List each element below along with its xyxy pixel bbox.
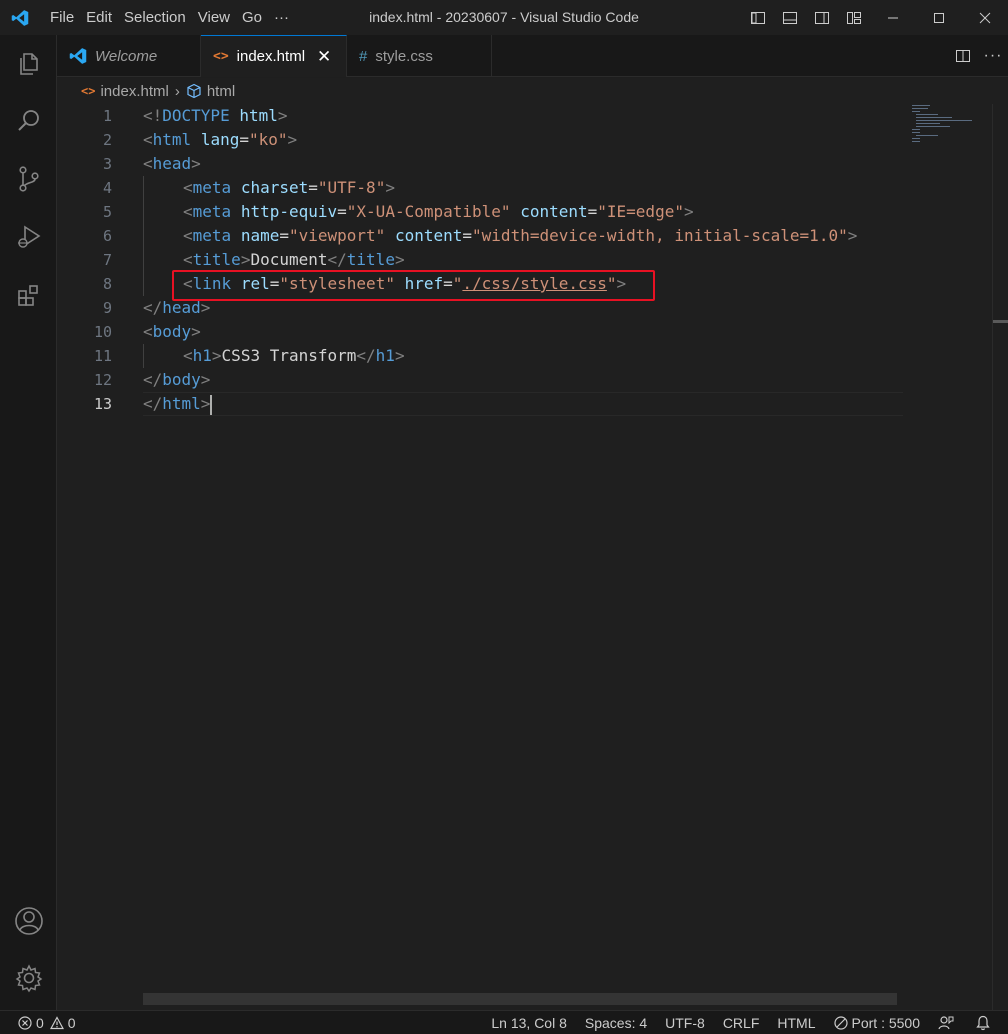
vscode-icon — [69, 47, 87, 65]
indent-guide — [143, 224, 183, 248]
breadcrumb: <> index.html › html — [57, 78, 1008, 104]
split-editor-icon[interactable] — [948, 35, 978, 77]
indentation[interactable]: Spaces: 4 — [576, 1011, 656, 1034]
settings-gear-icon[interactable] — [0, 953, 57, 1003]
vertical-scrollbar[interactable] — [992, 104, 1008, 1010]
title-bar: File Edit Selection View Go ··· index.ht… — [0, 0, 1008, 35]
indent-guide — [143, 344, 183, 368]
code-line[interactable]: <h1>CSS3 Transform</h1> — [143, 344, 903, 368]
language-mode[interactable]: HTML — [768, 1011, 824, 1034]
line-number: 8 — [102, 275, 112, 293]
problems-indicator[interactable]: 0 0 — [18, 1011, 85, 1034]
code-line[interactable]: <body> — [143, 320, 903, 344]
end-of-line[interactable]: CRLF — [714, 1011, 769, 1034]
error-icon — [18, 1015, 32, 1030]
search-icon[interactable] — [0, 96, 57, 146]
indent-guide — [143, 248, 183, 272]
indent-guide — [143, 176, 183, 200]
live-server-port[interactable]: Port : 5500 — [825, 1011, 930, 1034]
menu-file[interactable]: File — [40, 0, 80, 35]
tab-style-css-label: style.css — [375, 47, 433, 65]
toggle-panel-icon[interactable] — [774, 0, 806, 35]
indent-guide — [143, 200, 183, 224]
menu-edit[interactable]: Edit — [80, 0, 118, 35]
toggle-secondary-sidebar-icon[interactable] — [806, 0, 838, 35]
close-window-icon[interactable] — [962, 0, 1008, 35]
accounts-icon[interactable] — [0, 896, 57, 946]
symbol-element-icon — [186, 83, 202, 99]
code-line[interactable]: <meta name="viewport" content="width=dev… — [143, 224, 903, 248]
tab-index-html-label: index.html — [236, 48, 306, 65]
line-number: 10 — [93, 323, 112, 341]
code-lines[interactable]: <!DOCTYPE html> <html lang="ko"> <head> … — [143, 104, 903, 416]
line-number: 4 — [102, 179, 112, 197]
code-line[interactable]: </body> — [143, 368, 903, 392]
port-label: Port : 5500 — [851, 1015, 921, 1031]
chevron-right-icon: › — [174, 82, 180, 100]
tab-index-html[interactable]: <> index.html ✕ — [201, 35, 347, 77]
editor-tab-bar: Welcome <> index.html ✕ # style.css ··· — [57, 35, 1008, 77]
menu-view[interactable]: View — [192, 0, 236, 35]
explorer-icon[interactable] — [0, 39, 57, 89]
encoding[interactable]: UTF-8 — [656, 1011, 714, 1034]
html-icon: <> — [213, 49, 229, 64]
line-number: 2 — [102, 131, 112, 149]
menu-more[interactable]: ··· — [268, 0, 295, 35]
tab-welcome-label: Welcome — [95, 47, 158, 65]
customize-layout-icon[interactable] — [838, 0, 870, 35]
vscode-logo-icon — [0, 0, 40, 35]
activity-bar — [0, 35, 57, 1010]
line-number: 7 — [102, 251, 112, 269]
source-control-icon[interactable] — [0, 154, 57, 204]
code-line[interactable]: <html lang="ko"> — [143, 128, 903, 152]
maximize-icon[interactable] — [916, 0, 962, 35]
menu-bar: File Edit Selection View Go ··· — [40, 0, 295, 35]
text-cursor — [210, 394, 213, 415]
warning-icon — [49, 1015, 64, 1029]
warning-count: 0 — [67, 1014, 76, 1031]
more-actions-icon[interactable]: ··· — [978, 35, 1008, 77]
line-number: 1 — [102, 107, 112, 125]
menu-go[interactable]: Go — [236, 0, 268, 35]
scroll-position-marker — [993, 320, 1008, 323]
line-number: 12 — [93, 371, 112, 389]
error-count: 0 — [36, 1014, 44, 1031]
close-tab-icon[interactable]: ✕ — [317, 47, 331, 67]
line-number-current: 13 — [93, 395, 112, 413]
line-number: 6 — [102, 227, 112, 245]
css-hash-icon: # — [359, 47, 368, 65]
circle-slash-icon — [833, 1016, 848, 1030]
tab-welcome[interactable]: Welcome — [57, 35, 201, 77]
line-numbers: 1 2 3 4 5 6 7 8 9 10 11 12 13 — [57, 104, 117, 416]
code-editor[interactable]: 1 2 3 4 5 6 7 8 9 10 11 12 13 <!DOCTYPE … — [57, 104, 1008, 1010]
highlight-annotation-box — [172, 270, 655, 301]
line-number: 9 — [102, 299, 112, 317]
extensions-icon[interactable] — [0, 270, 57, 320]
minimap[interactable] — [906, 104, 992, 1010]
tab-style-css[interactable]: # style.css — [347, 35, 492, 77]
breadcrumb-symbol[interactable]: html — [207, 83, 235, 100]
horizontal-scrollbar[interactable] — [143, 993, 897, 1005]
status-bar: 0 0 Ln 13, Col 8 Spaces: 4 UTF-8 CRLF HT… — [0, 1010, 1008, 1034]
cursor-position[interactable]: Ln 13, Col 8 — [482, 1011, 576, 1034]
code-line[interactable]: <meta http-equiv="X-UA-Compatible" conte… — [143, 200, 903, 224]
line-number: 11 — [93, 347, 112, 365]
minimize-icon[interactable] — [870, 0, 916, 35]
code-line-current[interactable]: </html> — [143, 392, 903, 416]
notifications-bell-icon[interactable] — [967, 1011, 1008, 1034]
toggle-primary-sidebar-icon[interactable] — [742, 0, 774, 35]
feedback-icon[interactable] — [929, 1011, 967, 1034]
line-number: 3 — [102, 155, 112, 173]
code-line[interactable]: <title>Document</title> — [143, 248, 903, 272]
html-icon: <> — [81, 84, 96, 98]
code-line[interactable]: <!DOCTYPE html> — [143, 104, 903, 128]
menu-selection[interactable]: Selection — [118, 0, 192, 35]
line-number: 5 — [102, 203, 112, 221]
code-line[interactable]: <head> — [143, 152, 903, 176]
breadcrumb-file[interactable]: index.html — [100, 83, 168, 100]
run-debug-icon[interactable] — [0, 212, 57, 262]
code-line[interactable]: <meta charset="UTF-8"> — [143, 176, 903, 200]
